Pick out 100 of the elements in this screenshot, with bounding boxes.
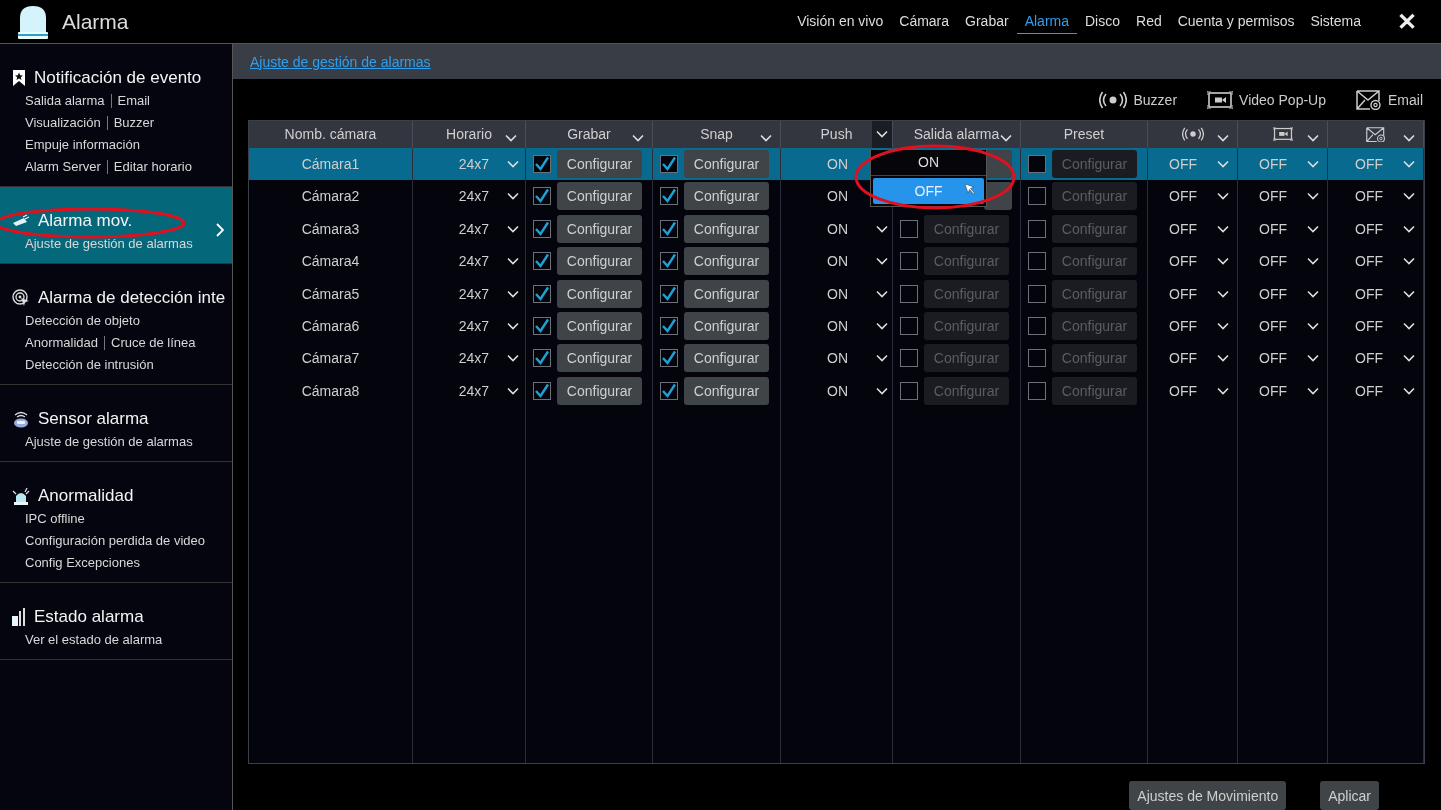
sidebar-section[interactable]: Anormalidad IPC offline Configuración perdida de video Config Excepciones <box>0 462 232 583</box>
popup-value[interactable]: OFF <box>1259 156 1287 173</box>
popup-value[interactable]: OFF <box>1259 285 1287 302</box>
checkbox[interactable] <box>1028 252 1046 271</box>
nav-tab[interactable]: Disco <box>1077 9 1128 34</box>
configure-button[interactable]: Configurar <box>684 182 769 211</box>
configure-button[interactable]: Configurar <box>684 344 769 373</box>
nav-tab[interactable]: Cámara <box>891 9 958 34</box>
buzzer-value[interactable]: OFF <box>1169 350 1197 367</box>
checkbox[interactable] <box>900 349 918 368</box>
checkbox[interactable] <box>1028 187 1046 206</box>
checkbox[interactable] <box>533 317 551 335</box>
sidebar-link[interactable]: Alarm Server <box>25 159 101 174</box>
checkbox[interactable] <box>1028 284 1046 303</box>
checkbox[interactable] <box>660 349 678 368</box>
configure-button[interactable]: Configurar <box>684 150 769 179</box>
sidebar-link[interactable]: Empuje información <box>25 137 140 152</box>
checkbox[interactable] <box>533 349 551 368</box>
sidebar-section[interactable]: Estado alarma Ver el estado de alarma <box>0 583 232 660</box>
sidebar-link[interactable]: Buzzer <box>113 115 155 130</box>
action-button[interactable]: Aplicar <box>1320 781 1379 810</box>
push-value[interactable]: ON <box>827 156 848 173</box>
nav-tab[interactable]: Alarma <box>1016 9 1077 34</box>
configure-button[interactable]: Configurar <box>557 182 642 211</box>
email-value[interactable]: OFF <box>1355 220 1383 237</box>
popup-value[interactable]: OFF <box>1259 220 1287 237</box>
nav-tab[interactable]: Red <box>1128 9 1170 34</box>
sidebar-link[interactable]: Detección de objeto <box>25 313 140 328</box>
checkbox[interactable] <box>1028 317 1046 335</box>
checkbox[interactable] <box>660 284 678 303</box>
popup-value[interactable]: OFF <box>1259 253 1287 270</box>
sidebar-section[interactable]: Sensor alarma Ajuste de gestión de alarmas <box>0 385 232 462</box>
sidebar-link[interactable]: Editar horario <box>113 159 192 174</box>
email-value[interactable]: OFF <box>1355 253 1383 270</box>
sidebar-section[interactable]: Alarma de detección inte Detección de objeto Anormalidad Cruce de línea Detección de intrusión <box>0 264 232 385</box>
schedule-value[interactable]: 24x7 <box>458 285 489 302</box>
configure-button[interactable]: Configurar <box>684 247 769 276</box>
email-value[interactable]: OFF <box>1355 382 1383 399</box>
popup-value[interactable]: OFF <box>1259 350 1287 367</box>
configure-button[interactable]: Configurar <box>557 376 642 405</box>
configure-button[interactable]: Configurar <box>557 344 642 373</box>
push-value[interactable]: ON <box>827 285 848 302</box>
push-value[interactable]: ON <box>827 253 848 270</box>
close-button[interactable]: ✕ <box>1391 6 1423 37</box>
schedule-value[interactable]: 24x7 <box>458 382 489 399</box>
email-value[interactable]: OFF <box>1355 188 1383 205</box>
configure-button[interactable]: Configurar <box>684 376 769 405</box>
buzzer-value[interactable]: OFF <box>1169 188 1197 205</box>
checkbox[interactable] <box>900 219 918 238</box>
schedule-value[interactable]: 24x7 <box>458 350 489 367</box>
checkbox[interactable] <box>1028 219 1046 238</box>
checkbox[interactable] <box>1028 381 1046 400</box>
sidebar-link[interactable]: Ver el estado de alarma <box>25 632 163 647</box>
breadcrumb-link[interactable]: Ajuste de gestión de alarmas <box>250 53 431 70</box>
email-value[interactable]: OFF <box>1355 285 1383 302</box>
nav-tab[interactable]: Cuenta y permisos <box>1169 9 1303 34</box>
configure-button[interactable]: Configurar <box>557 312 642 340</box>
checkbox[interactable] <box>533 155 551 174</box>
checkbox[interactable] <box>533 284 551 303</box>
schedule-value[interactable]: 24x7 <box>458 318 489 334</box>
push-value[interactable]: ON <box>827 382 848 399</box>
checkbox[interactable] <box>660 381 678 400</box>
checkbox[interactable] <box>660 187 678 206</box>
schedule-value[interactable]: 24x7 <box>458 156 489 173</box>
configure-button[interactable]: Configurar <box>557 150 642 179</box>
push-value[interactable]: ON <box>827 220 848 237</box>
buzzer-value[interactable]: OFF <box>1169 285 1197 302</box>
checkbox[interactable] <box>660 317 678 335</box>
schedule-value[interactable]: 24x7 <box>458 253 489 270</box>
popup-value[interactable]: OFF <box>1259 318 1287 334</box>
push-value[interactable]: ON <box>827 350 848 367</box>
configure-button[interactable]: Configurar <box>557 214 642 243</box>
checkbox[interactable] <box>660 219 678 238</box>
sidebar-link[interactable]: Ajuste de gestión de alarmas <box>25 236 193 251</box>
popup-value[interactable]: OFF <box>1259 188 1287 205</box>
nav-tab[interactable]: Sistema <box>1302 9 1369 34</box>
buzzer-value[interactable]: OFF <box>1169 220 1197 237</box>
sidebar-link[interactable]: Cruce de línea <box>111 335 196 350</box>
configure-button[interactable]: Configurar <box>684 312 769 340</box>
schedule-value[interactable]: 24x7 <box>458 220 489 237</box>
buzzer-value[interactable]: OFF <box>1169 318 1197 334</box>
checkbox[interactable] <box>533 187 551 206</box>
checkbox[interactable] <box>533 381 551 400</box>
buzzer-value[interactable]: OFF <box>1169 382 1197 399</box>
sidebar-section[interactable]: Alarma mov. Ajuste de gestión de alarmas <box>0 187 232 264</box>
checkbox[interactable] <box>900 381 918 400</box>
sidebar-link[interactable]: Ajuste de gestión de alarmas <box>25 434 193 449</box>
checkbox[interactable] <box>660 252 678 271</box>
nav-tab[interactable]: Visión en vivo <box>789 9 892 34</box>
sidebar-link[interactable]: IPC offline <box>25 511 85 526</box>
buzzer-value[interactable]: OFF <box>1169 253 1197 270</box>
email-value[interactable]: OFF <box>1355 318 1383 334</box>
configure-button[interactable]: Configurar <box>557 247 642 276</box>
email-value[interactable]: OFF <box>1355 350 1383 367</box>
sidebar-link[interactable]: Configuración perdida de video <box>25 533 205 548</box>
checkbox[interactable] <box>900 284 918 303</box>
sidebar-link[interactable]: Config Excepciones <box>25 555 140 570</box>
sidebar-link[interactable]: Anormalidad <box>25 335 98 350</box>
popup-value[interactable]: OFF <box>1259 382 1287 399</box>
sidebar-link[interactable]: Detección de intrusión <box>25 357 154 372</box>
